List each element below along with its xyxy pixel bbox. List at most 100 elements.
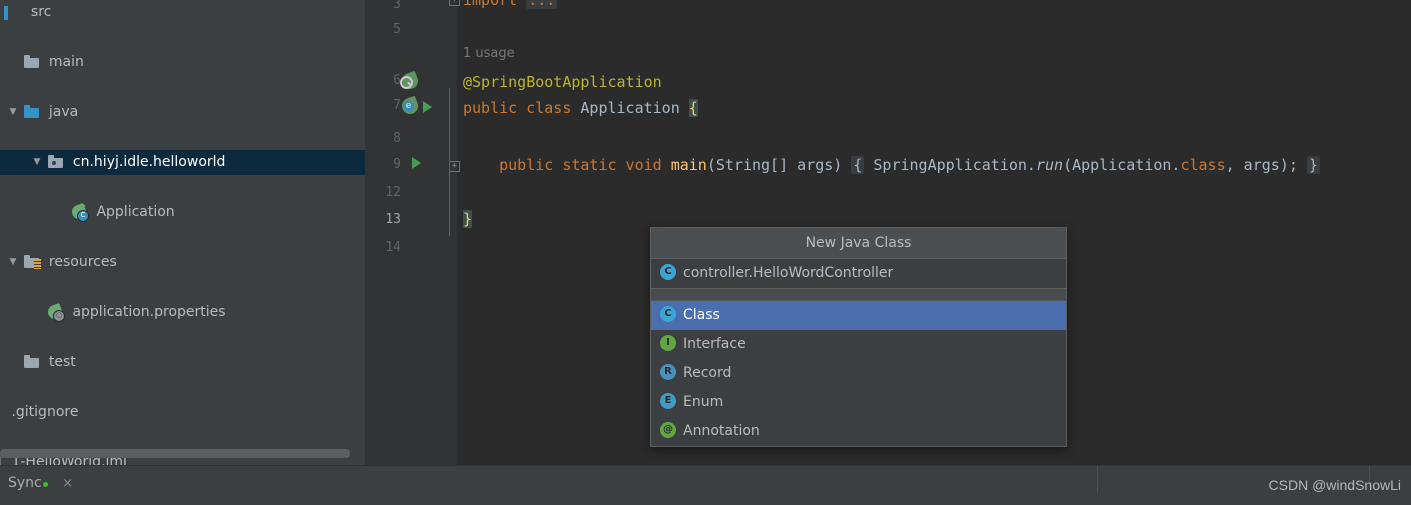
import-keyword: import: [463, 0, 518, 9]
line-number: 12: [385, 185, 401, 200]
popup-item-label: Annotation: [683, 423, 760, 439]
tree-item-test[interactable]: › test: [0, 350, 365, 375]
close-brace-highlight: }: [463, 210, 473, 228]
popup-option-record[interactable]: R Record: [651, 359, 1066, 388]
class-name: Application: [580, 99, 680, 117]
run-gutter-icon-line7[interactable]: [423, 101, 432, 113]
tree-item-application-properties[interactable]: ○ application.properties: [0, 300, 365, 325]
import-fold-placeholder[interactable]: ...: [526, 0, 558, 9]
chevron-down-icon[interactable]: ▼: [6, 100, 20, 125]
tree-item-label: cn.hiyj.idle.helloworld: [72, 154, 226, 170]
run-args-open: (Application.: [1063, 156, 1181, 174]
popup-item-label: Record: [683, 365, 732, 381]
class-icon: C: [660, 306, 676, 322]
tree-item-label: main: [48, 54, 84, 70]
tree-item-main[interactable]: › main: [0, 50, 365, 75]
code-line-annotation[interactable]: @SpringBootApplication: [463, 70, 662, 95]
line-number: 14: [385, 240, 401, 255]
chevron-placeholder-icon: ›: [6, 50, 20, 75]
status-bar: Sync × CSDN @windSnowLi: [0, 465, 1411, 505]
indent-guide: [449, 88, 450, 236]
tree-item-resources[interactable]: ▼ resources: [0, 250, 365, 275]
tree-item-gitignore[interactable]: .gitignore: [0, 400, 365, 425]
fold-expand-import-icon[interactable]: +: [449, 0, 460, 6]
class-literal-keyword: class: [1180, 156, 1226, 174]
popup-item-label: controller.HelloWordController: [683, 265, 894, 281]
editor-gutter[interactable]: 3 5 6 7 8 9 12 13 14 e: [365, 0, 457, 466]
new-java-class-popup[interactable]: New Java Class Ccontroller.HelloWordCont…: [650, 227, 1067, 447]
line-number: 5: [393, 22, 401, 37]
folder-icon: [24, 354, 40, 370]
code-line-class-close[interactable]: }: [463, 207, 473, 232]
sync-status-dot-icon: [42, 482, 48, 487]
sync-tab-label: Sync: [8, 475, 42, 491]
tree-item-label: Application: [96, 204, 175, 220]
class-icon: C: [660, 264, 676, 280]
tree-item-label: src: [30, 4, 52, 20]
tree-item-label: java: [48, 104, 79, 120]
record-icon: R: [660, 364, 676, 380]
popup-option-class[interactable]: C Class: [651, 301, 1066, 330]
main-open-brace: {: [851, 156, 865, 174]
enum-icon: E: [660, 393, 676, 409]
main-close-brace: }: [1306, 156, 1320, 174]
source-folder-icon: [24, 104, 40, 120]
spring-bean-gutter-icon[interactable]: e: [399, 95, 422, 118]
folder-icon: [4, 4, 22, 20]
resources-folder-icon: [24, 254, 42, 270]
line-number-current: 13: [385, 212, 401, 227]
popup-item-label: Interface: [683, 336, 746, 352]
class-keyword: public class: [463, 99, 572, 117]
line-number: 6: [393, 73, 401, 88]
code-line-import[interactable]: import ...: [463, 0, 558, 13]
main-method-name: main: [670, 156, 707, 174]
popup-option-annotation[interactable]: @ Annotation: [651, 417, 1066, 446]
sidebar-horizontal-scrollbar[interactable]: [0, 449, 350, 458]
chevron-down-icon[interactable]: ▼: [30, 150, 44, 175]
popup-separator: [651, 289, 1066, 301]
project-tree-panel[interactable]: › src › main ▼ java ▼ cn.hiyj.idle.hello…: [0, 0, 365, 466]
tree-item-label: .gitignore: [11, 404, 79, 420]
tree-item-src[interactable]: › src: [0, 0, 365, 25]
status-divider: [1097, 466, 1098, 493]
spring-properties-icon: ○: [46, 302, 65, 322]
tree-item-label: application.properties: [72, 304, 226, 320]
tree-item-package-helloworld[interactable]: ▼ cn.hiyj.idle.helloworld: [0, 150, 365, 175]
popup-title: New Java Class: [651, 228, 1066, 259]
tree-item-label: test: [48, 354, 76, 370]
line-number: 3: [393, 0, 401, 12]
fold-expand-main-icon[interactable]: +: [449, 161, 460, 172]
line-number: 9: [393, 157, 401, 172]
usage-hint[interactable]: 1 usage: [463, 46, 515, 61]
popup-item-label: Enum: [683, 394, 724, 410]
tree-item-application-class[interactable]: C Application: [0, 200, 365, 225]
run-gutter-icon-line9[interactable]: [412, 157, 421, 169]
spring-bean-search-gutter-icon[interactable]: [399, 70, 422, 93]
code-line-class-decl[interactable]: public class Application {: [463, 96, 698, 121]
interface-icon: I: [660, 335, 676, 351]
run-args-rest: , args);: [1225, 156, 1298, 174]
sync-tab[interactable]: Sync ×: [8, 475, 73, 491]
main-params: (String[] args): [706, 156, 843, 174]
popup-option-interface[interactable]: I Interface: [651, 330, 1066, 359]
annotation-icon: @: [660, 422, 676, 438]
chevron-down-icon[interactable]: ▼: [6, 250, 20, 275]
line-number: 8: [393, 131, 401, 146]
spring-boot-class-icon: C: [70, 202, 89, 222]
package-icon: [48, 154, 64, 170]
run-method-call: run: [1035, 156, 1064, 174]
popup-item-label: Class: [683, 307, 720, 323]
code-line-main-method[interactable]: public static void main(String[] args) {…: [463, 153, 1320, 178]
close-icon[interactable]: ×: [62, 476, 73, 491]
tree-item-java[interactable]: ▼ java: [0, 100, 365, 125]
folder-icon: [24, 54, 40, 70]
line-number: 7: [393, 98, 401, 113]
main-modifiers: public static void: [499, 156, 662, 174]
popup-option-enum[interactable]: E Enum: [651, 388, 1066, 417]
spring-application-ref: SpringApplication.: [873, 156, 1036, 174]
watermark-text: CSDN @windSnowLi: [1268, 477, 1401, 493]
open-brace-highlight: {: [688, 99, 698, 117]
popup-input-preview-item[interactable]: Ccontroller.HelloWordController: [651, 259, 1066, 289]
git-file-icon: [0, 404, 3, 420]
tree-item-label: resources: [48, 254, 117, 270]
